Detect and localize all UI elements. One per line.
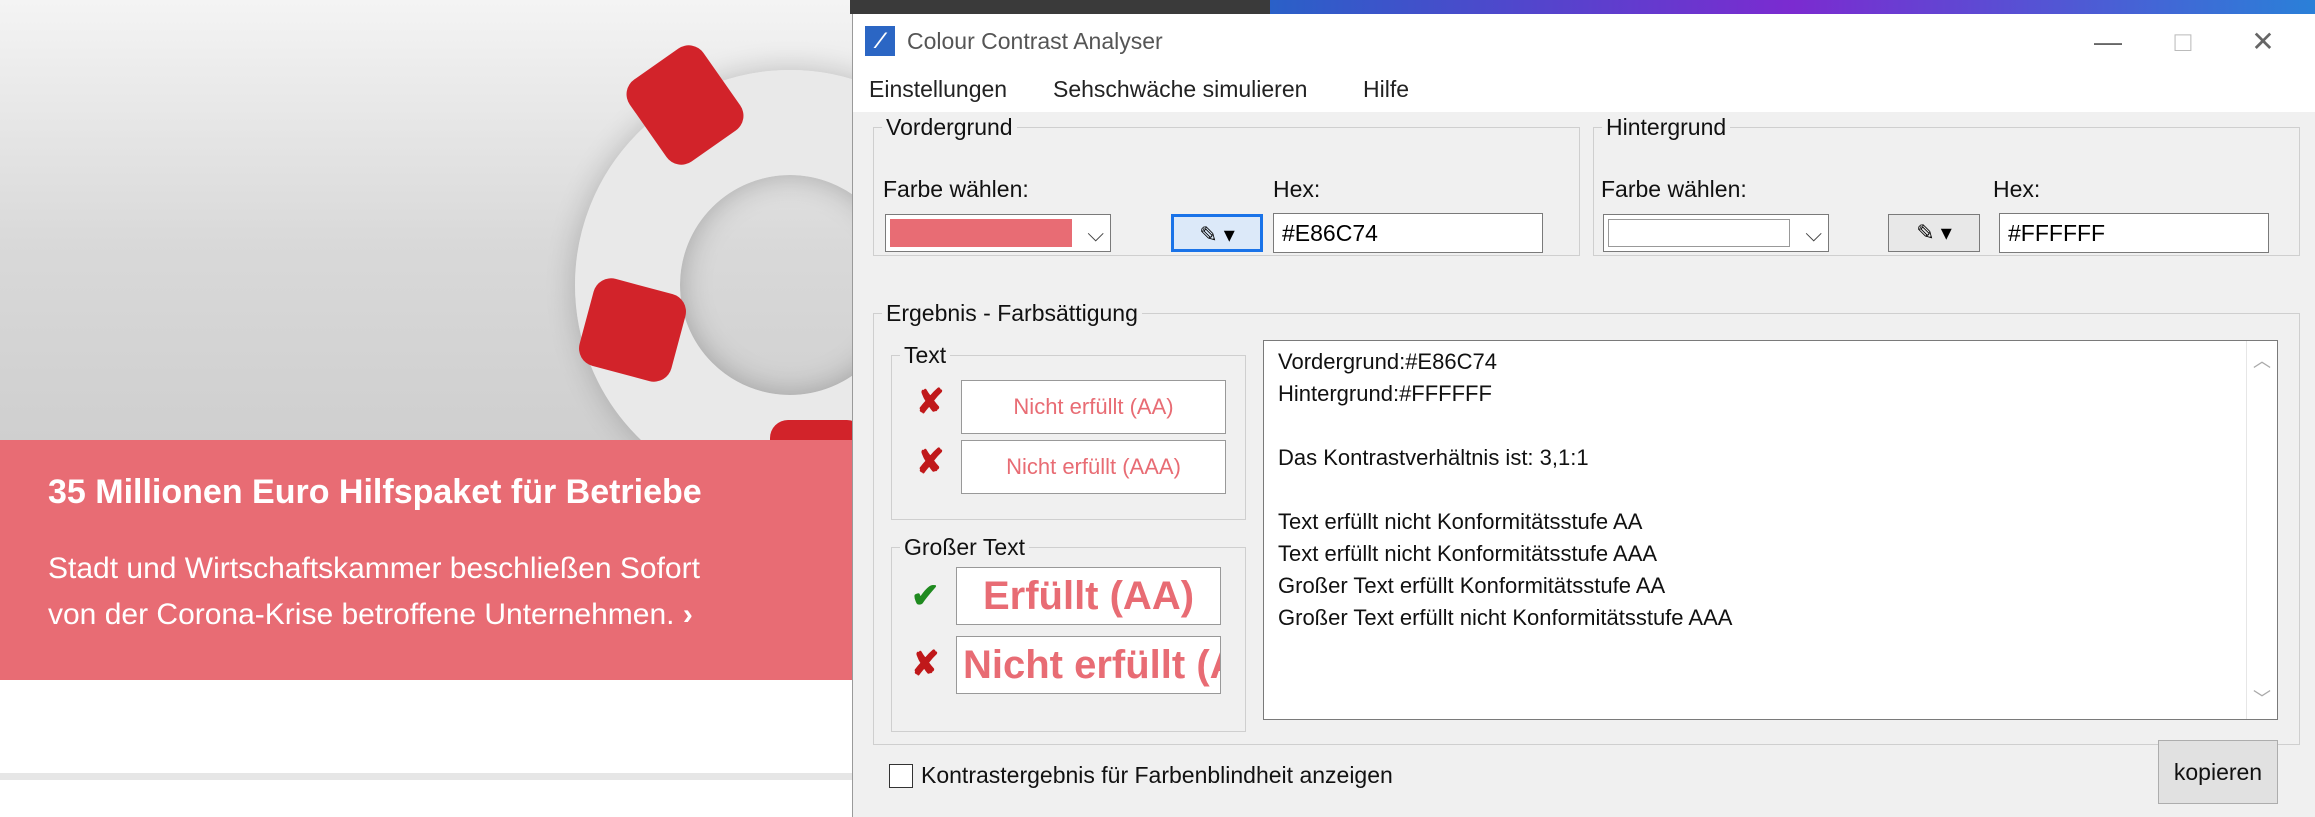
background-hex-input[interactable]: #FFFFFF: [1999, 213, 2269, 253]
report-line: Text erfüllt nicht Konformitätsstufe AA: [1278, 509, 1643, 534]
foreground-pick-label: Farbe wählen:: [883, 176, 1029, 202]
window-title: Colour Contrast Analyser: [907, 28, 1163, 54]
large-text-aaa-result: Nicht erfüllt (AAA): [956, 636, 1221, 694]
fail-icon: ✘: [916, 443, 945, 481]
title-bar[interactable]: ⁄ Colour Contrast Analyser — □ ✕: [853, 14, 2315, 70]
menu-hilfe[interactable]: Hilfe: [1363, 76, 1409, 103]
report-line: Großer Text erfüllt Konformitätsstufe AA: [1278, 573, 1666, 598]
foreground-eyedropper-button[interactable]: ✎ ▾: [1171, 214, 1263, 252]
background-window-edge: [850, 0, 1270, 14]
background-hex-label: Hex:: [1993, 176, 2041, 202]
pass-icon: ✔: [911, 577, 940, 615]
eyedropper-icon: ✎: [1199, 222, 1218, 247]
minimize-button[interactable]: —: [2078, 24, 2138, 60]
arrow-right-icon[interactable]: ›: [683, 598, 693, 631]
foreground-color-select[interactable]: ⌵: [885, 214, 1111, 252]
foreground-swatch: [890, 219, 1072, 247]
desktop-wallpaper-strip: [1270, 0, 2315, 14]
large-text-aa-result: Erfüllt (AA): [956, 567, 1221, 625]
menu-sehschwaeche[interactable]: Sehschwäche simulieren: [1053, 76, 1307, 103]
scroll-down-icon[interactable]: ﹀: [2253, 685, 2271, 711]
large-text-group-label: Großer Text: [904, 534, 1025, 560]
chevron-down-icon: ⌵: [1087, 221, 1104, 246]
scroll-up-icon[interactable]: ︿: [2253, 347, 2271, 373]
report-line: Großer Text erfüllt nicht Konformitätsst…: [1278, 605, 1733, 630]
background-color-select[interactable]: ⌵: [1603, 214, 1829, 252]
report-line: Text erfüllt nicht Konformitätsstufe AAA: [1278, 541, 1658, 566]
copy-button[interactable]: kopieren: [2158, 740, 2278, 804]
text-group-label: Text: [904, 342, 947, 368]
colorblind-checkbox-label[interactable]: Kontrastergebnis für Farbenblindheit anz…: [921, 762, 1393, 789]
page-divider: [0, 773, 870, 780]
report-scrollbar[interactable]: ︿ ﹀: [2246, 341, 2277, 719]
news-teaser-line2: von der Corona-Krise betroffene Unterneh…: [48, 598, 693, 631]
background-group-label: Hintergrund: [1606, 114, 1727, 140]
dropdown-arrow-icon: ▾: [1940, 220, 1952, 245]
hero-image: [0, 0, 860, 440]
chevron-down-icon: ⌵: [1805, 221, 1822, 246]
result-group-label: Ergebnis - Farbsättigung: [886, 300, 1138, 326]
lifebuoy-stripe: [770, 420, 860, 440]
report-line: Vordergrund:#E86C74: [1278, 349, 1497, 374]
fail-icon: ✘: [911, 645, 940, 683]
foreground-hex-input[interactable]: #E86C74: [1273, 213, 1543, 253]
background-eyedropper-button[interactable]: ✎ ▾: [1888, 214, 1980, 252]
text-aaa-result: Nicht erfüllt (AAA): [961, 440, 1226, 494]
contrast-report-textarea[interactable]: Vordergrund:#E86C74 Hintergrund:#FFFFFF …: [1263, 340, 2278, 720]
close-button[interactable]: ✕: [2233, 24, 2293, 60]
foreground-group-label: Vordergrund: [886, 114, 1013, 140]
eyedropper-icon: ✎: [1916, 220, 1935, 245]
background-pick-label: Farbe wählen:: [1601, 176, 1747, 202]
large-text-result-group: Großer Text: [891, 534, 1246, 732]
background-swatch: [1608, 219, 1790, 247]
text-aa-result: Nicht erfüllt (AA): [961, 380, 1226, 434]
news-teaser-line1: Stadt und Wirtschaftskammer beschließen …: [48, 552, 700, 585]
news-teaser[interactable]: Stadt und Wirtschaftskammer beschließen …: [48, 546, 868, 638]
colorblind-checkbox[interactable]: [889, 764, 913, 788]
news-headline[interactable]: 35 Millionen Euro Hilfspaket für Betrieb…: [48, 473, 702, 512]
dropdown-arrow-icon: ▾: [1223, 222, 1235, 247]
maximize-button[interactable]: □: [2153, 24, 2213, 60]
foreground-hex-label: Hex:: [1273, 176, 1321, 202]
menu-einstellungen[interactable]: Einstellungen: [869, 76, 1007, 103]
report-line: Hintergrund:#FFFFFF: [1278, 381, 1492, 406]
contrast-ratio-line: Das Kontrastverhältnis ist: 3,1:1: [1278, 445, 1589, 470]
app-icon: ⁄: [865, 26, 895, 56]
fail-icon: ✘: [916, 383, 945, 421]
cca-window: ⁄ Colour Contrast Analyser — □ ✕ Einstel…: [852, 14, 2315, 817]
